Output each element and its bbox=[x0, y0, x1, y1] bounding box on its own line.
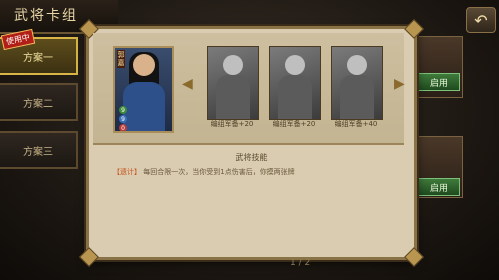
general-card[interactable] bbox=[331, 46, 383, 120]
card-selection-band: 郭嘉 9 9 0 ◀ 编组军备+20 编组军备+20 编组军备+40 ▶ bbox=[93, 33, 405, 145]
tab-label: 方案一 bbox=[23, 52, 53, 64]
page-title: 武将卡组 bbox=[14, 8, 78, 24]
tab-label: 方案二 bbox=[23, 98, 53, 110]
skill-description: 【遗计】 每回合限一次，当你受到1点伤害后，你摸两张牌 bbox=[113, 167, 393, 177]
tab-label: 方案三 bbox=[23, 146, 53, 158]
card-bonus-label: 编组军备+40 bbox=[334, 120, 378, 128]
portrait-body bbox=[123, 82, 165, 131]
card-bonus-label: 编组军备+20 bbox=[210, 120, 254, 128]
stat-dot: 0 bbox=[119, 124, 127, 131]
general-skill-modal: 郭嘉 9 9 0 ◀ 编组军备+20 编组军备+20 编组军备+40 ▶ 武将技… bbox=[79, 19, 424, 267]
prev-arrow-icon[interactable]: ◀ bbox=[182, 76, 193, 92]
card-bonus-label: 编组军备+20 bbox=[272, 120, 316, 128]
enable-button[interactable]: 启用 bbox=[418, 178, 460, 196]
page-indicator: 1 / 2 bbox=[290, 258, 311, 268]
general-card[interactable] bbox=[207, 46, 259, 120]
tab-plan-2[interactable]: 方案二 bbox=[0, 83, 78, 121]
portrait-face bbox=[133, 54, 155, 76]
next-arrow-icon[interactable]: ▶ bbox=[394, 76, 405, 92]
portrait-face bbox=[223, 55, 243, 75]
stat-dot: 9 bbox=[119, 106, 127, 114]
enable-button[interactable]: 启用 bbox=[418, 73, 460, 91]
skill-text: 每回合限一次，当你受到1点伤害后，你摸两张牌 bbox=[143, 168, 295, 176]
skill-section-title: 武将技能 bbox=[235, 153, 268, 162]
portrait-face bbox=[285, 55, 305, 75]
selected-general-card[interactable]: 郭嘉 9 9 0 bbox=[113, 46, 174, 133]
back-arrow-icon: ↶ bbox=[474, 10, 488, 30]
portrait-body bbox=[278, 75, 312, 119]
portrait-face bbox=[347, 55, 367, 75]
portrait-body bbox=[216, 75, 250, 119]
back-button[interactable]: ↶ bbox=[466, 7, 496, 33]
skill-name: 【遗计】 bbox=[113, 168, 141, 176]
general-name: 郭嘉 bbox=[117, 50, 125, 68]
general-card[interactable] bbox=[269, 46, 321, 120]
tab-plan-3[interactable]: 方案三 bbox=[0, 131, 78, 169]
stat-dot: 9 bbox=[119, 115, 127, 123]
portrait-body bbox=[340, 75, 374, 119]
